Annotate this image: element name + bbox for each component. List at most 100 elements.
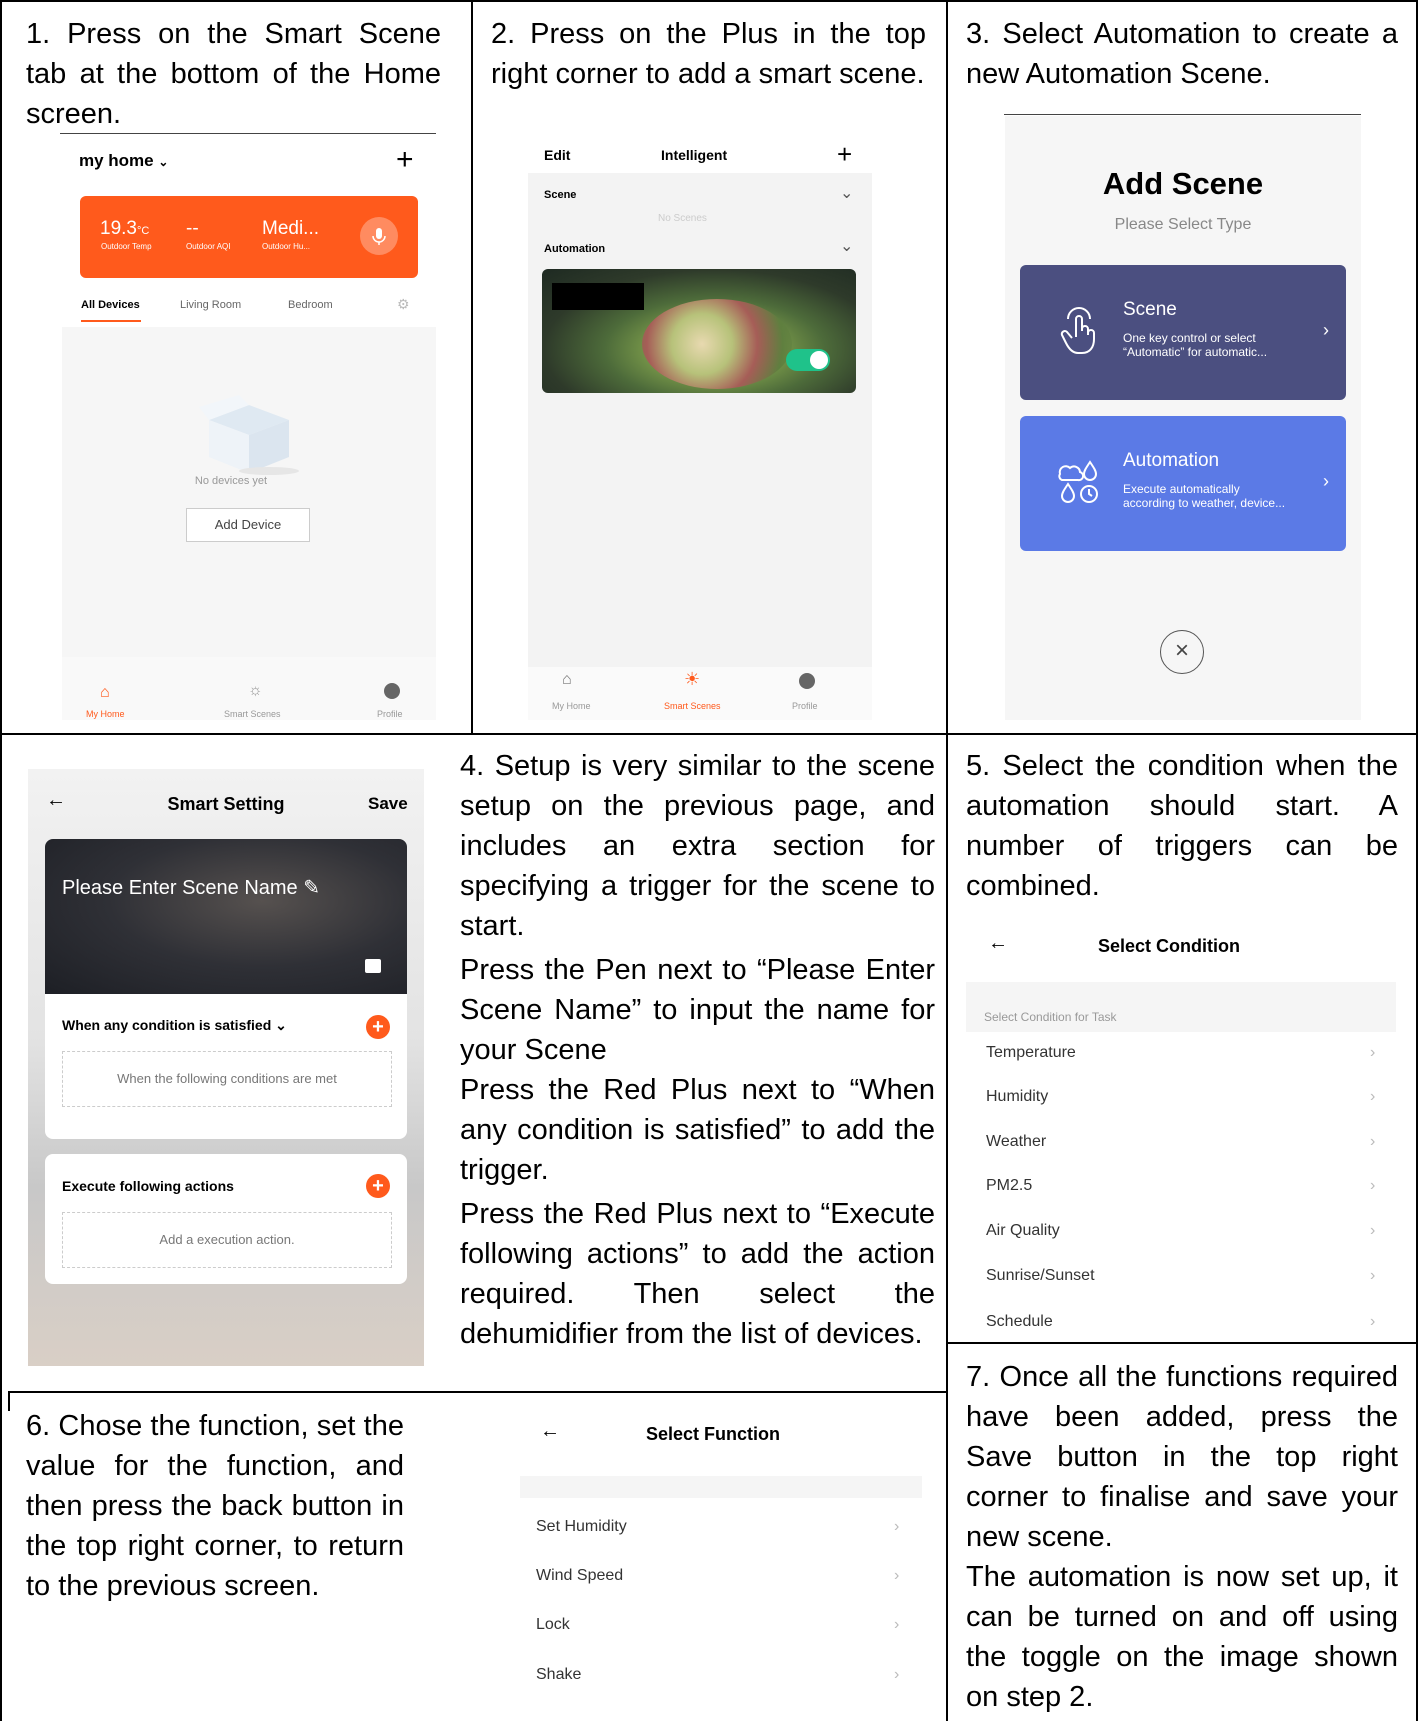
chevron-right-icon: ›: [1323, 471, 1329, 491]
select-condition-title: Select Condition: [1098, 936, 1241, 956]
step-4-para: Press the Pen next to “Please Enter Scen…: [460, 954, 935, 1066]
weather-card: 19.3°C -- Medi... Outdoor Temp Outdoor A…: [80, 196, 418, 278]
aqi-value: --: [186, 218, 199, 239]
condition-item-label: Humidity: [986, 1088, 1049, 1105]
condition-list: Temperature › Humidity › Weather › PM2.5 › A…: [966, 1032, 1396, 1340]
add-scene-title: Add Scene: [1102, 166, 1264, 201]
temp-unit: °C: [136, 225, 150, 237]
add-icon[interactable]: +: [837, 139, 852, 170]
condition-header-label: When any condition is satisfied: [62, 1017, 272, 1033]
add-icon[interactable]: +: [396, 143, 414, 177]
add-device-button[interactable]: Add Device: [186, 508, 310, 542]
humidity-value: Medi...: [262, 218, 320, 239]
step-7-para: The automation is now set up, it can be …: [966, 1561, 1398, 1713]
chevron-right-icon: ›: [1370, 1313, 1376, 1330]
chevron-down-icon: ⌄: [158, 155, 169, 169]
close-icon[interactable]: ×: [1160, 630, 1204, 674]
tab-all-devices[interactable]: All Devices: [81, 299, 140, 311]
condition-header: When any condition is satisfied ⌄: [62, 1017, 287, 1034]
pen-icon[interactable]: ✎: [303, 877, 320, 899]
step-7-text: 7. Once all the functions required have …: [966, 1357, 1398, 1717]
automation-section-label: Automation: [544, 243, 606, 255]
home-nav-icon[interactable]: ⌂: [100, 684, 110, 702]
home-title-label: my home: [79, 151, 154, 170]
tab-bedroom[interactable]: Bedroom: [288, 299, 333, 311]
step-1-text: 1. Press on the Smart Scene tab at the b…: [26, 18, 441, 130]
nav-profile[interactable]: Profile: [377, 709, 403, 719]
profile-icon[interactable]: [799, 673, 815, 689]
intelligent-screen: Edit Intelligent + Scene ⌄ No Scenes Aut…: [528, 135, 872, 720]
condition-placeholder[interactable]: When the following conditions are met: [62, 1051, 392, 1107]
scene-name-input[interactable]: Please Enter Scene Name ✎: [62, 875, 320, 900]
edit-button[interactable]: Edit: [544, 147, 570, 163]
step-3-text: 3. Select Automation to create a new Aut…: [966, 18, 1398, 90]
step-6-text: 6. Chose the function, set the value for…: [26, 1410, 404, 1602]
select-function-title: Select Function: [646, 1424, 781, 1444]
automation-card-image[interactable]: [542, 269, 856, 393]
step-4-text: 4. Setup is very similar to the scene se…: [460, 746, 935, 1354]
home-title[interactable]: my home ⌄: [79, 151, 168, 171]
scene-type-card[interactable]: Scene One key control or select “Automat…: [1020, 265, 1346, 400]
image-icon[interactable]: [365, 959, 381, 973]
step-4-para: Press the Red Plus next to “When any con…: [460, 1074, 935, 1186]
chevron-right-icon: ›: [1370, 1222, 1376, 1239]
settings-icon[interactable]: ⚙: [397, 296, 410, 313]
scene-type-title: Scene: [1123, 299, 1177, 320]
scene-section-label: Scene: [544, 189, 577, 201]
automation-type-desc: according to weather, device...: [1123, 496, 1286, 510]
chevron-right-icon: ›: [1370, 1133, 1376, 1150]
aqi-label: Outdoor AQI: [186, 242, 231, 251]
chevron-right-icon: ›: [1370, 1088, 1376, 1105]
weather-conditions-icon: [1056, 458, 1102, 509]
microphone-icon[interactable]: [360, 217, 398, 255]
condition-item-label: PM2.5: [986, 1177, 1033, 1194]
condition-item-label: Weather: [986, 1133, 1047, 1150]
chevron-right-icon: ›: [1370, 1267, 1376, 1284]
scene-name-banner: Please Enter Scene Name ✎ When any condi…: [45, 839, 407, 1139]
scene-type-desc: One key control or select: [1123, 331, 1256, 345]
nav-smart-scenes[interactable]: Smart Scenes: [664, 701, 721, 711]
add-scene-subtitle: Please Select Type: [1114, 216, 1252, 233]
function-item-label: Shake: [536, 1666, 582, 1683]
condition-item-label: Temperature: [986, 1044, 1076, 1061]
scene-name-placeholder: Please Enter Scene Name: [62, 877, 298, 899]
tab-living-room[interactable]: Living Room: [180, 299, 241, 311]
chevron-right-icon: ›: [1370, 1177, 1376, 1194]
add-action-button[interactable]: +: [366, 1174, 390, 1198]
touch-icon: [1058, 305, 1102, 360]
automation-toggle[interactable]: [786, 349, 830, 371]
condition-item-label: Schedule: [986, 1313, 1053, 1330]
select-condition-screen: ← Select Condition Select Condition for …: [966, 930, 1396, 1340]
automation-type-title: Automation: [1123, 450, 1220, 471]
chevron-right-icon: ›: [1370, 1044, 1376, 1061]
back-arrow-icon[interactable]: ←: [540, 1420, 560, 1443]
profile-icon[interactable]: [384, 683, 400, 699]
automation-type-card[interactable]: Automation Execute automatically accordi…: [1020, 416, 1346, 551]
chevron-right-icon: ›: [894, 1666, 900, 1683]
home-screen: my home ⌄ + 19.3°C -- Medi... Outdoor Te…: [62, 137, 436, 720]
function-item-label: Wind Speed: [536, 1567, 624, 1584]
step-2-text: 2. Press on the Plus in the top right co…: [491, 18, 926, 90]
save-button[interactable]: Save: [368, 794, 408, 814]
chevron-right-icon: ›: [894, 1616, 900, 1633]
chevron-down-icon[interactable]: ⌄: [840, 236, 853, 256]
sun-icon[interactable]: ☀: [684, 669, 700, 690]
condition-section-label: Select Condition for Task: [984, 1010, 1117, 1024]
nav-smart-scenes[interactable]: Smart Scenes: [224, 709, 281, 719]
nav-my-home[interactable]: My Home: [552, 701, 591, 711]
function-item-label: Lock: [536, 1616, 570, 1633]
add-condition-button[interactable]: +: [366, 1015, 390, 1039]
add-scene-screen: Add Scene Please Select Type Scene One k…: [1005, 116, 1361, 720]
chevron-down-icon[interactable]: ⌄: [275, 1017, 287, 1033]
step-4-para: 4. Setup is very similar to the scene se…: [460, 750, 935, 942]
empty-text: No devices yet: [194, 475, 268, 487]
nav-profile[interactable]: Profile: [792, 701, 818, 711]
hum-label: Outdoor Hu...: [262, 242, 311, 251]
home-nav-icon[interactable]: ⌂: [562, 671, 572, 689]
sun-icon[interactable]: ☼: [248, 682, 263, 700]
intelligent-title: Intelligent: [661, 147, 728, 163]
chevron-down-icon[interactable]: ⌄: [840, 183, 853, 203]
nav-my-home[interactable]: My Home: [86, 709, 125, 719]
back-arrow-icon[interactable]: ←: [988, 932, 1008, 955]
action-placeholder[interactable]: Add a execution action.: [62, 1212, 392, 1268]
